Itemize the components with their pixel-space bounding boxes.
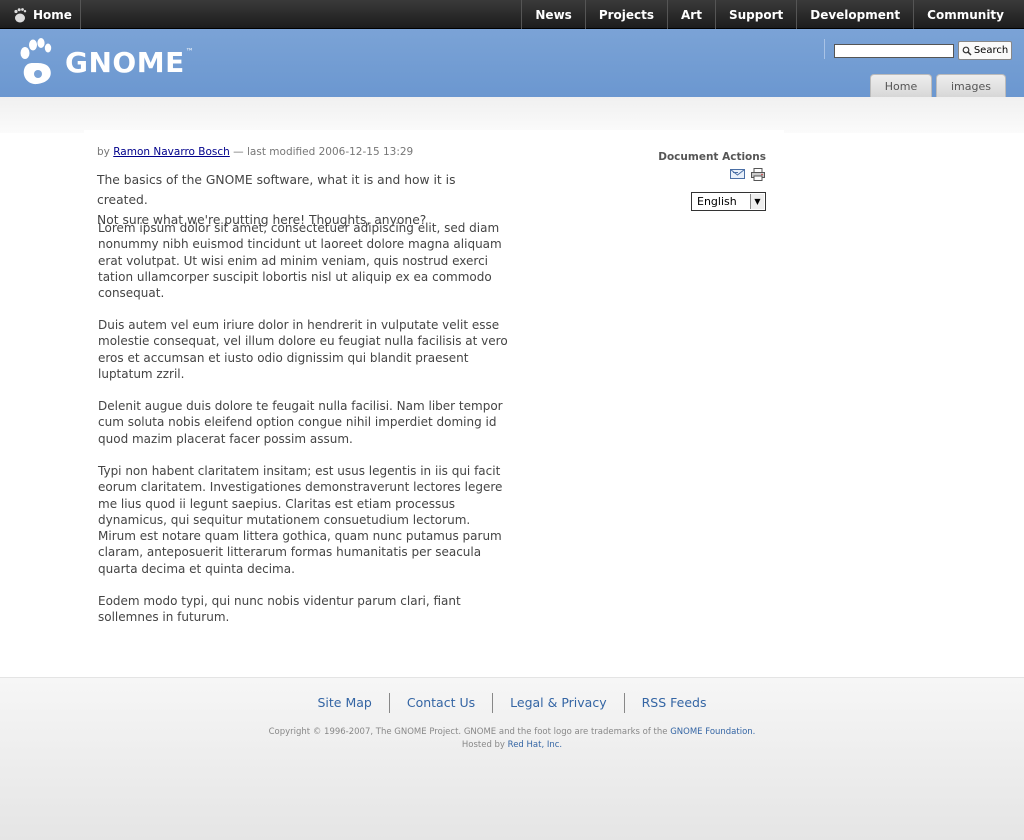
language-select[interactable]: English ▼ xyxy=(691,192,766,211)
gnome-foot-icon xyxy=(14,7,27,22)
hosted-by-text: Hosted by xyxy=(461,740,505,750)
search-divider xyxy=(824,39,825,59)
top-navigation: News Projects Art Support Development Co… xyxy=(521,0,1024,29)
logo-wordmark: GNOME xyxy=(65,45,185,79)
print-icon[interactable] xyxy=(751,168,765,181)
top-home-link[interactable]: Home xyxy=(0,0,81,29)
search-icon xyxy=(962,46,972,56)
tab-images[interactable]: images xyxy=(936,74,1006,97)
email-icon[interactable] xyxy=(730,168,745,180)
body-paragraph: Typi non habent claritatem insitam; est … xyxy=(98,464,503,576)
gnome-foot-logo-icon xyxy=(20,38,52,85)
footer-links: Site Map Contact Us Legal & Privacy RSS … xyxy=(0,693,1024,713)
footer-link-legal-privacy[interactable]: Legal & Privacy xyxy=(492,693,623,713)
nav-support[interactable]: Support xyxy=(714,0,796,29)
logo-trademark: ™ xyxy=(185,46,194,56)
byline-prefix: by xyxy=(97,146,110,158)
content-band xyxy=(0,97,1024,133)
nav-projects[interactable]: Projects xyxy=(584,0,667,29)
language-select-value: English xyxy=(697,195,737,208)
copyright-text: Copyright © 1996-2007, The GNOME Project… xyxy=(268,727,668,737)
body-paragraph: Lorem ipsum dolor sit amet, consectetuer… xyxy=(98,221,502,301)
search-button[interactable]: Search xyxy=(958,41,1012,60)
description-line: The basics of the GNOME software, what i… xyxy=(97,173,456,207)
document-actions xyxy=(730,168,765,181)
top-home-label: Home xyxy=(33,7,72,22)
footer-link-contact-us[interactable]: Contact Us xyxy=(388,693,492,713)
gnome-logo[interactable]: GNOME ™ xyxy=(17,33,194,87)
search-input[interactable] xyxy=(834,44,954,58)
author-link[interactable]: Ramon Navarro Bosch xyxy=(113,146,230,158)
footer-link-rss-feeds[interactable]: RSS Feeds xyxy=(623,693,724,713)
body-paragraph: Delenit augue duis dolore te feugait nul… xyxy=(98,399,503,446)
last-modified: — last modified 2006-12-15 13:29 xyxy=(233,146,414,158)
body-paragraph: Eodem modo typi, qui nunc nobis videntur… xyxy=(98,594,461,625)
document-actions-title: Document Actions xyxy=(658,151,766,163)
gnome-foundation-link[interactable]: GNOME Foundation. xyxy=(670,727,755,737)
top-bar: Home News Projects Art Support Developme… xyxy=(0,0,1024,29)
site-header: GNOME ™ Search Home images xyxy=(0,29,1024,97)
site-footer: Site Map Contact Us Legal & Privacy RSS … xyxy=(0,677,1024,840)
nav-community[interactable]: Community xyxy=(913,0,1024,29)
copyright-notice: Copyright © 1996-2007, The GNOME Project… xyxy=(0,726,1024,752)
nav-development[interactable]: Development xyxy=(796,0,913,29)
chevron-down-icon: ▼ xyxy=(750,194,764,209)
search-button-label: Search xyxy=(973,45,1009,56)
nav-news[interactable]: News xyxy=(521,0,584,29)
tab-home[interactable]: Home xyxy=(870,74,932,97)
nav-art[interactable]: Art xyxy=(667,0,715,29)
body-paragraph: Duis autem vel eum iriure dolor in hendr… xyxy=(98,318,508,381)
document-byline: by Ramon Navarro Bosch — last modified 2… xyxy=(97,146,413,158)
footer-link-site-map[interactable]: Site Map xyxy=(301,693,389,713)
red-hat-link[interactable]: Red Hat, Inc. xyxy=(508,740,562,750)
